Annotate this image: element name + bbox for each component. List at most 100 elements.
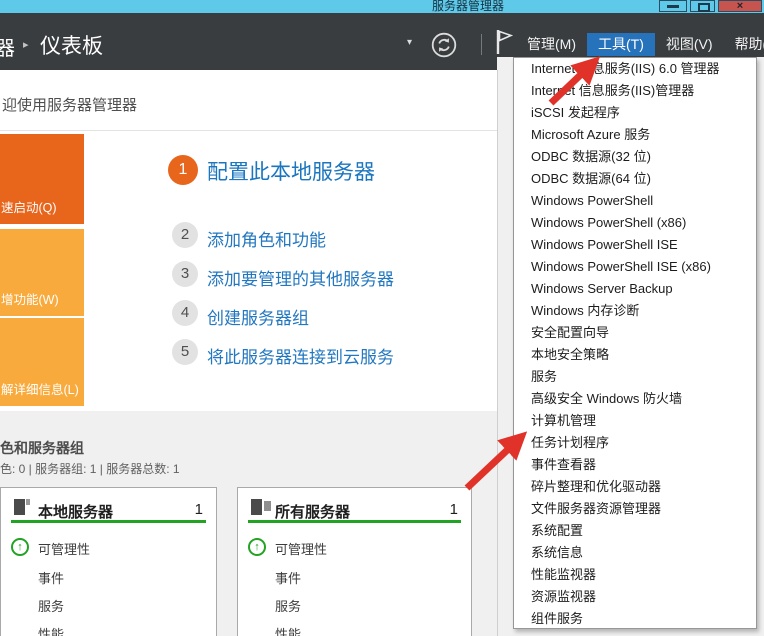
configure-local-server-link[interactable]: 配置此本地服务器 — [207, 156, 375, 186]
local-server-title[interactable]: 本地服务器 — [38, 501, 113, 522]
flag-icon — [495, 28, 513, 56]
tools-dropdown-menu: Internet 信息服务(IIS) 6.0 管理器 Internet 信息服务… — [513, 57, 757, 629]
quick-start-tile[interactable]: 速启动(Q) — [0, 134, 84, 224]
menu-bar-item[interactable]: 工具(T) — [587, 33, 655, 56]
tools-menu-item[interactable]: 任务计划程序 — [514, 432, 756, 454]
card-status-row[interactable]: 性能 — [248, 623, 428, 636]
chevron-down-icon[interactable]: ▾ — [407, 37, 412, 48]
card-status-label: 可管理性 — [38, 539, 90, 558]
roles-groups-heading: 色和服务器组 — [0, 438, 84, 458]
step-number-badge: 5 — [172, 339, 198, 365]
step-link[interactable]: 创建服务器组 — [207, 304, 309, 329]
chevron-right-icon: ▸ — [23, 38, 29, 51]
manageability-up-icon: ↑ — [248, 538, 266, 556]
card-status-row[interactable]: 服务 — [248, 595, 428, 613]
tools-menu-item[interactable]: Windows PowerShell — [514, 190, 756, 212]
tools-menu-item[interactable]: 组件服务 — [514, 608, 756, 630]
panel-divider — [497, 411, 498, 636]
welcome-step: 3 添加要管理的其他服务器 — [172, 261, 492, 287]
tools-menu-item[interactable]: 系统配置 — [514, 520, 756, 542]
all-servers-title[interactable]: 所有服务器 — [275, 501, 350, 522]
welcome-separator — [0, 130, 497, 131]
tools-menu-item[interactable]: Windows 内存诊断 — [514, 300, 756, 322]
tile-label: 增功能(W) — [1, 289, 59, 308]
tools-menu-item[interactable]: 高级安全 Windows 防火墙 — [514, 388, 756, 410]
tools-menu-item[interactable]: 安全配置向导 — [514, 322, 756, 344]
close-button[interactable]: × — [718, 0, 762, 12]
breadcrumb-server-manager[interactable]: 器 — [0, 32, 15, 61]
tools-menu-item[interactable]: Internet 信息服务(IIS) 6.0 管理器 — [514, 58, 756, 80]
step-number-badge: 4 — [172, 300, 198, 326]
minimize-button[interactable] — [659, 0, 687, 12]
refresh-icon — [431, 32, 457, 58]
step-link[interactable]: 添加角色和功能 — [207, 226, 326, 251]
menu-bar-item[interactable]: 帮助(H) — [724, 33, 764, 56]
card-status-label: 可管理性 — [275, 539, 327, 558]
status-bar-green — [11, 520, 206, 523]
tools-menu-item[interactable]: 系统信息 — [514, 542, 756, 564]
tools-menu-item[interactable]: ODBC 数据源(64 位) — [514, 168, 756, 190]
quick-start-tile[interactable]: 解详细信息(L) — [0, 318, 84, 406]
refresh-button[interactable] — [431, 32, 457, 58]
tools-menu-item[interactable]: 性能监视器 — [514, 564, 756, 586]
step-1-badge: 1 — [168, 155, 198, 185]
maximize-icon — [698, 3, 710, 12]
card-status-row[interactable]: 性能 — [11, 623, 191, 636]
card-status-label: 性能 — [275, 624, 301, 636]
card-status-row[interactable]: ↑ 可管理性 — [11, 538, 191, 556]
card-status-row[interactable]: 服务 — [11, 595, 191, 613]
step-link[interactable]: 将此服务器连接到云服务 — [207, 343, 394, 368]
title-bar: 服务器管理器 × — [0, 0, 764, 13]
breadcrumb-dashboard: 仪表板 — [40, 30, 103, 60]
maximize-button[interactable] — [690, 0, 715, 12]
manageability-up-icon: ↑ — [11, 538, 29, 556]
tools-menu-item[interactable]: 计算机管理 — [514, 410, 756, 432]
tools-menu-item[interactable]: Windows Server Backup — [514, 278, 756, 300]
welcome-step: 5 将此服务器连接到云服务 — [172, 339, 492, 365]
card-status-label: 事件 — [275, 568, 301, 587]
tools-menu-item[interactable]: 本地安全策略 — [514, 344, 756, 366]
all-servers-count: 1 — [450, 501, 458, 518]
tools-menu-item[interactable]: Windows PowerShell (x86) — [514, 212, 756, 234]
minimize-icon — [667, 5, 679, 8]
card-status-row[interactable]: 事件 — [248, 567, 428, 585]
tools-menu-item[interactable]: Windows PowerShell ISE (x86) — [514, 256, 756, 278]
menu-bar-item[interactable]: 视图(V) — [655, 33, 724, 56]
tools-menu-item[interactable]: 碎片整理和优化驱动器 — [514, 476, 756, 498]
card-status-label: 服务 — [275, 596, 301, 615]
tools-menu-item[interactable]: iSCSI 发起程序 — [514, 102, 756, 124]
tools-menu-item[interactable]: 事件查看器 — [514, 454, 756, 476]
red-arrow-computer-management — [467, 439, 519, 488]
local-server-card: 本地服务器 1 ↑ 可管理性 事件 服务 — [0, 487, 217, 636]
card-status-label: 事件 — [38, 568, 64, 587]
tools-menu-item[interactable]: Internet 信息服务(IIS)管理器 — [514, 80, 756, 102]
local-server-icon — [14, 499, 36, 516]
card-status-label: 性能 — [38, 624, 64, 636]
tools-menu-item[interactable]: Microsoft Azure 服务 — [514, 124, 756, 146]
notifications-flag-button[interactable] — [495, 28, 513, 56]
welcome-step: 4 创建服务器组 — [172, 300, 492, 326]
menu-bar: 管理(M) 工具(T) 视图(V) 帮助(H) — [516, 33, 764, 56]
tools-menu-item[interactable]: ODBC 数据源(32 位) — [514, 146, 756, 168]
server-manager-window: 服务器管理器 × 器 ▸ 仪表板 ▾ 管理(M) 工具(T) 视图 — [0, 0, 764, 636]
local-server-count: 1 — [195, 501, 203, 518]
quick-start-tile[interactable]: 增功能(W) — [0, 229, 84, 316]
card-status-label: 服务 — [38, 596, 64, 615]
tools-menu-item[interactable]: 资源监视器 — [514, 586, 756, 608]
card-status-row[interactable]: ↑ 可管理性 — [248, 538, 428, 556]
welcome-heading: 迎使用服务器管理器 — [2, 94, 137, 115]
toolbar-separator — [481, 34, 482, 55]
tile-label: 解详细信息(L) — [1, 379, 79, 398]
status-bar-green — [248, 520, 461, 523]
tile-label: 速启动(Q) — [1, 197, 57, 216]
tools-menu-item[interactable]: 文件服务器资源管理器 — [514, 498, 756, 520]
menu-bar-item[interactable]: 管理(M) — [516, 33, 587, 56]
step-number-badge: 3 — [172, 261, 198, 287]
tools-menu-item[interactable]: Windows PowerShell ISE — [514, 234, 756, 256]
step-number-badge: 2 — [172, 222, 198, 248]
card-status-row[interactable]: 事件 — [11, 567, 191, 585]
step-link[interactable]: 添加要管理的其他服务器 — [207, 265, 394, 290]
tools-menu-item[interactable]: 服务 — [514, 366, 756, 388]
all-servers-card: 所有服务器 1 ↑ 可管理性 事件 服务 — [237, 487, 472, 636]
roles-groups-stats: 色: 0 | 服务器组: 1 | 服务器总数: 1 — [0, 460, 180, 477]
